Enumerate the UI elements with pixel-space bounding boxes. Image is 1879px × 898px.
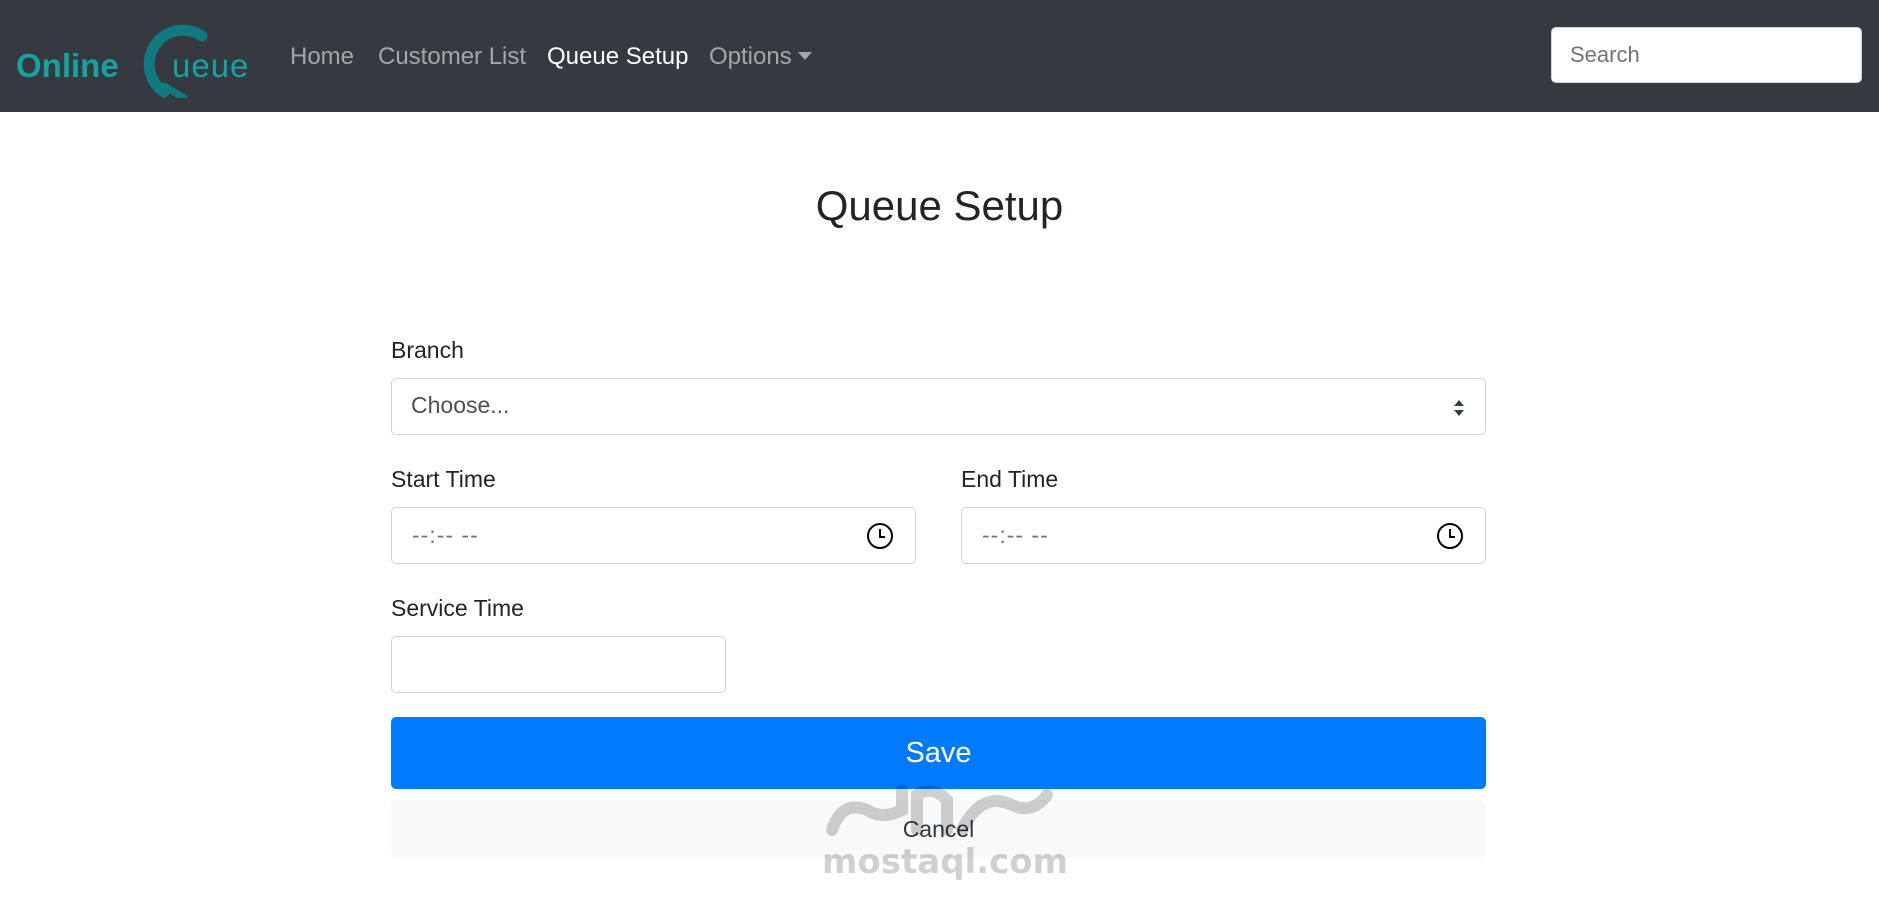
save-button[interactable]: Save	[391, 717, 1486, 789]
cancel-button[interactable]: Cancel	[391, 800, 1486, 858]
end-time-input[interactable]: --:-- --	[961, 507, 1486, 564]
brand-text-ueue: ueue	[172, 47, 250, 84]
branch-select-value: Choose...	[411, 392, 510, 418]
end-time-value: --:-- --	[982, 522, 1049, 548]
clock-icon[interactable]	[866, 522, 894, 550]
clock-icon[interactable]	[1436, 522, 1464, 550]
nav-queue-setup[interactable]: Queue Setup	[547, 40, 688, 74]
service-time-input[interactable]	[391, 636, 726, 693]
brand-text-online: Online	[16, 47, 119, 84]
select-arrows-icon	[1454, 400, 1464, 416]
nav-options-dropdown[interactable]: Options	[709, 40, 812, 74]
search-input[interactable]	[1551, 27, 1862, 83]
nav-home[interactable]: Home	[290, 40, 354, 74]
end-time-label: End Time	[961, 466, 1059, 492]
start-time-label: Start Time	[391, 466, 496, 492]
nav-options-label: Options	[709, 43, 792, 70]
start-time-value: --:-- --	[412, 522, 479, 548]
navbar: Online ueue Home Customer List Queue Set…	[0, 0, 1879, 112]
page-title: Queue Setup	[815, 182, 1064, 229]
nav-customer-list[interactable]: Customer List	[378, 40, 526, 74]
service-time-label: Service Time	[391, 595, 524, 621]
start-time-input[interactable]: --:-- --	[391, 507, 916, 564]
branch-label: Branch	[391, 337, 464, 363]
branch-select[interactable]: Choose...	[391, 378, 1486, 435]
chevron-down-icon	[797, 52, 812, 60]
brand-logo[interactable]: Online ueue	[14, 14, 259, 102]
